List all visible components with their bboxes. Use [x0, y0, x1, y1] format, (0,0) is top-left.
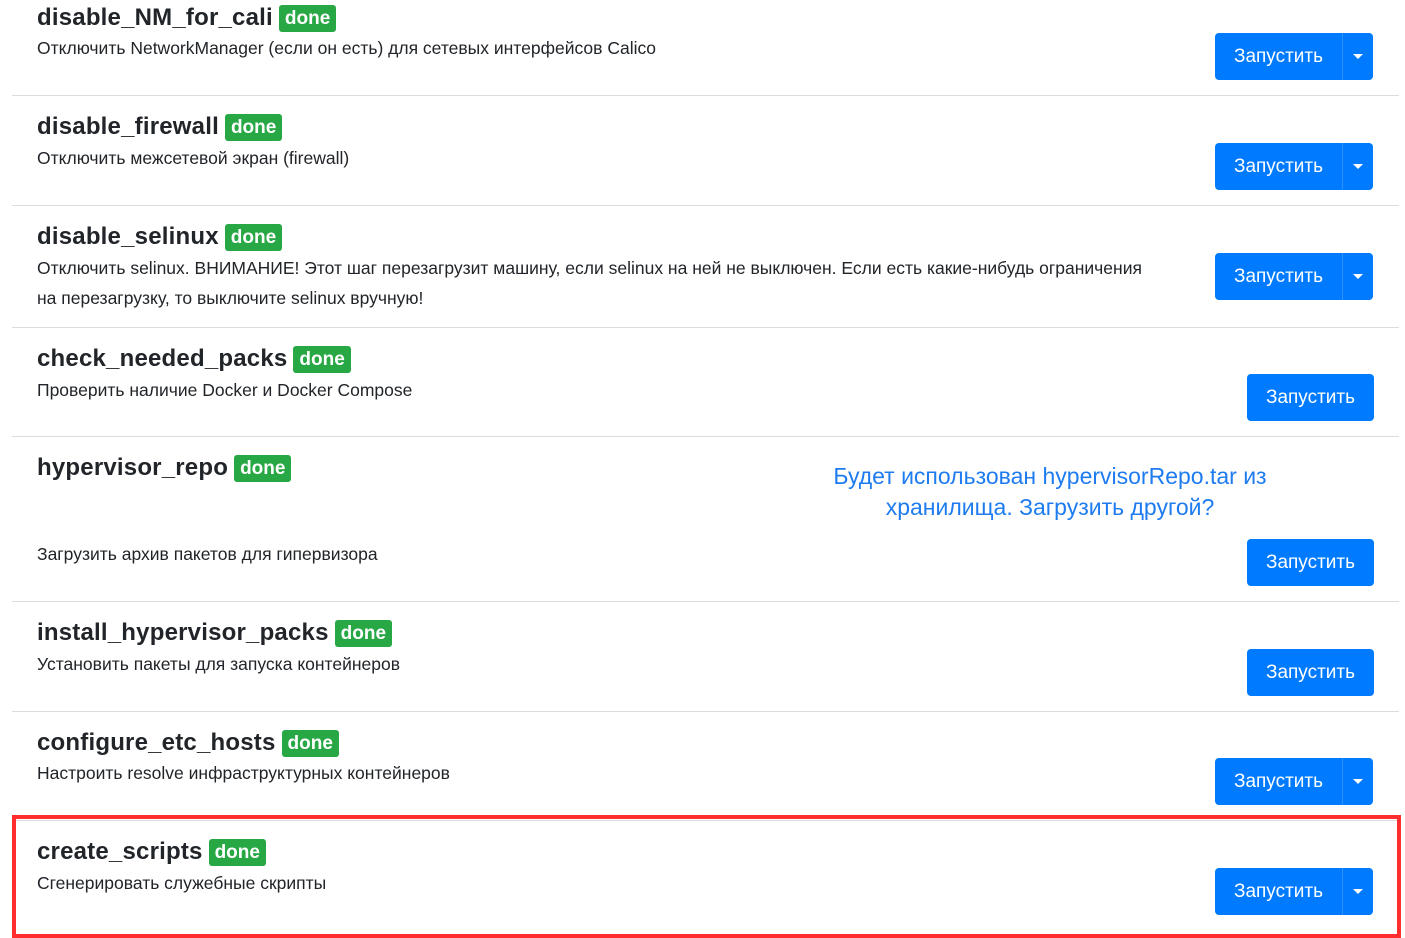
run-button-group: Запустить — [1215, 868, 1373, 915]
task-row: disable_selinux done Отключить selinux. … — [12, 206, 1399, 328]
task-description: Проверить наличие Docker и Docker Compos… — [37, 380, 413, 400]
run-button-group: Запустить — [1215, 33, 1373, 80]
task-name: install_hypervisor_packs — [37, 619, 329, 646]
run-button-group: Запустить — [1247, 649, 1374, 696]
task-row: create_scripts done Сгенерировать служеб… — [12, 821, 1399, 938]
repo-upload-link[interactable]: Будет использован hypervisorRepo.tar из … — [790, 461, 1310, 523]
task-header: hypervisor_repo done — [37, 453, 292, 483]
status-badge: done — [208, 838, 266, 866]
status-badge: done — [334, 619, 393, 647]
task-header: check_needed_packs done — [37, 344, 351, 374]
task-row: disable_NM_for_cali done Отключить Netwo… — [12, 0, 1399, 96]
run-button[interactable]: Запустить — [1215, 868, 1342, 915]
run-dropdown-toggle[interactable] — [1342, 33, 1373, 80]
task-description: Сгенерировать служебные скрипты — [37, 873, 327, 893]
task-header: disable_firewall done — [37, 112, 283, 142]
task-row: disable_firewall done Отключить межсетев… — [12, 96, 1399, 206]
task-header: configure_etc_hosts done — [37, 728, 339, 758]
run-button[interactable]: Запустить — [1215, 758, 1342, 805]
caret-down-icon — [1353, 164, 1363, 169]
run-dropdown-toggle[interactable] — [1342, 868, 1373, 915]
task-description: Отключить selinux. ВНИМАНИЕ! Этот шаг пе… — [37, 258, 1142, 308]
run-button-group: Запустить — [1215, 143, 1373, 190]
task-name: configure_etc_hosts — [37, 729, 276, 756]
caret-down-icon — [1353, 779, 1363, 784]
task-description: Отключить NetworkManager (если он есть) … — [37, 38, 656, 58]
task-name: create_scripts — [37, 838, 203, 865]
run-button-group: Запустить — [1247, 374, 1374, 421]
task-name: disable_selinux — [37, 223, 219, 250]
run-dropdown-toggle[interactable] — [1342, 758, 1373, 805]
status-badge: done — [293, 345, 351, 373]
task-name: disable_firewall — [37, 113, 219, 140]
task-description: Отключить межсетевой экран (firewall) — [37, 148, 350, 168]
status-badge: done — [224, 223, 283, 251]
task-row: install_hypervisor_packs done Установить… — [12, 602, 1399, 712]
task-row: configure_etc_hosts done Настроить resol… — [12, 712, 1399, 821]
run-button-group: Запустить — [1215, 253, 1373, 300]
status-badge: done — [234, 454, 292, 482]
status-badge: done — [224, 113, 283, 141]
run-button[interactable]: Запустить — [1215, 33, 1342, 80]
task-description: Установить пакеты для запуска контейнеро… — [37, 654, 401, 674]
caret-down-icon — [1353, 54, 1363, 59]
task-name: disable_NM_for_cali — [37, 4, 273, 31]
run-button[interactable]: Запустить — [1247, 649, 1374, 696]
task-name: check_needed_packs — [37, 345, 288, 372]
task-description: Настроить resolve инфраструктурных конте… — [37, 763, 450, 783]
task-row: check_needed_packs done Проверить наличи… — [12, 328, 1399, 437]
run-button[interactable]: Запустить — [1215, 143, 1342, 190]
run-button-group: Запустить — [1247, 539, 1374, 586]
run-button[interactable]: Запустить — [1247, 374, 1374, 421]
task-header: disable_NM_for_cali done — [37, 3, 337, 33]
caret-down-icon — [1353, 889, 1363, 894]
task-header: install_hypervisor_packs done — [37, 618, 393, 648]
task-list: disable_NM_for_cali done Отключить Netwo… — [0, 0, 1405, 938]
run-dropdown-toggle[interactable] — [1342, 253, 1373, 300]
task-description: Загрузить архив пакетов для гипервизора — [37, 544, 378, 564]
task-name: hypervisor_repo — [37, 454, 229, 481]
task-header: disable_selinux done — [37, 222, 283, 252]
task-header: create_scripts done — [37, 837, 266, 867]
status-badge: done — [281, 729, 339, 757]
caret-down-icon — [1353, 274, 1363, 279]
run-button[interactable]: Запустить — [1247, 539, 1374, 586]
run-button[interactable]: Запустить — [1215, 253, 1342, 300]
run-button-group: Запустить — [1215, 758, 1373, 805]
status-badge: done — [278, 4, 337, 32]
run-dropdown-toggle[interactable] — [1342, 143, 1373, 190]
